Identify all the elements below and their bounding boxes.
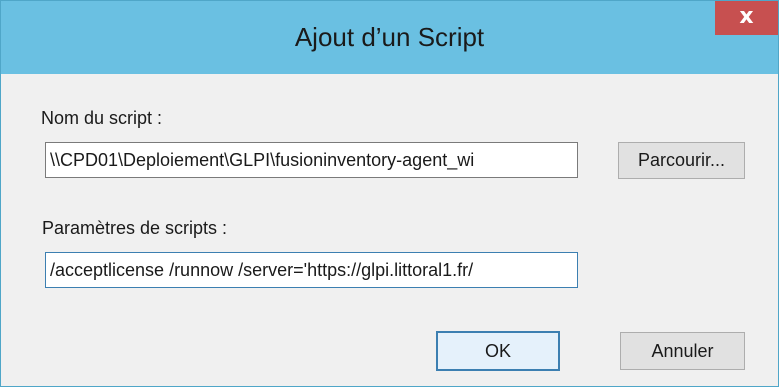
close-icon: x bbox=[739, 4, 754, 29]
ok-button[interactable]: OK bbox=[436, 331, 560, 371]
script-name-field[interactable]: \\CPD01\Deploiement\GLPI\fusioninventory… bbox=[45, 142, 578, 178]
dialog-body: Nom du script : \\CPD01\Deploiement\GLPI… bbox=[9, 74, 770, 380]
script-params-label: Paramètres de scripts : bbox=[42, 218, 228, 238]
close-button[interactable]: x bbox=[715, 1, 778, 35]
cancel-button[interactable]: Annuler bbox=[620, 332, 745, 370]
script-name-label: Nom du script : bbox=[41, 108, 163, 128]
dialog-title: Ajout d’un Script bbox=[294, 22, 485, 52]
browse-button[interactable]: Parcourir... bbox=[618, 142, 745, 179]
dialog-window: Ajout d’un Script x Nom du script : \\CP… bbox=[0, 0, 779, 387]
script-params-field[interactable]: /acceptlicense /runnow /server='https://… bbox=[45, 252, 578, 288]
title-bar[interactable]: Ajout d’un Script x bbox=[1, 1, 778, 74]
